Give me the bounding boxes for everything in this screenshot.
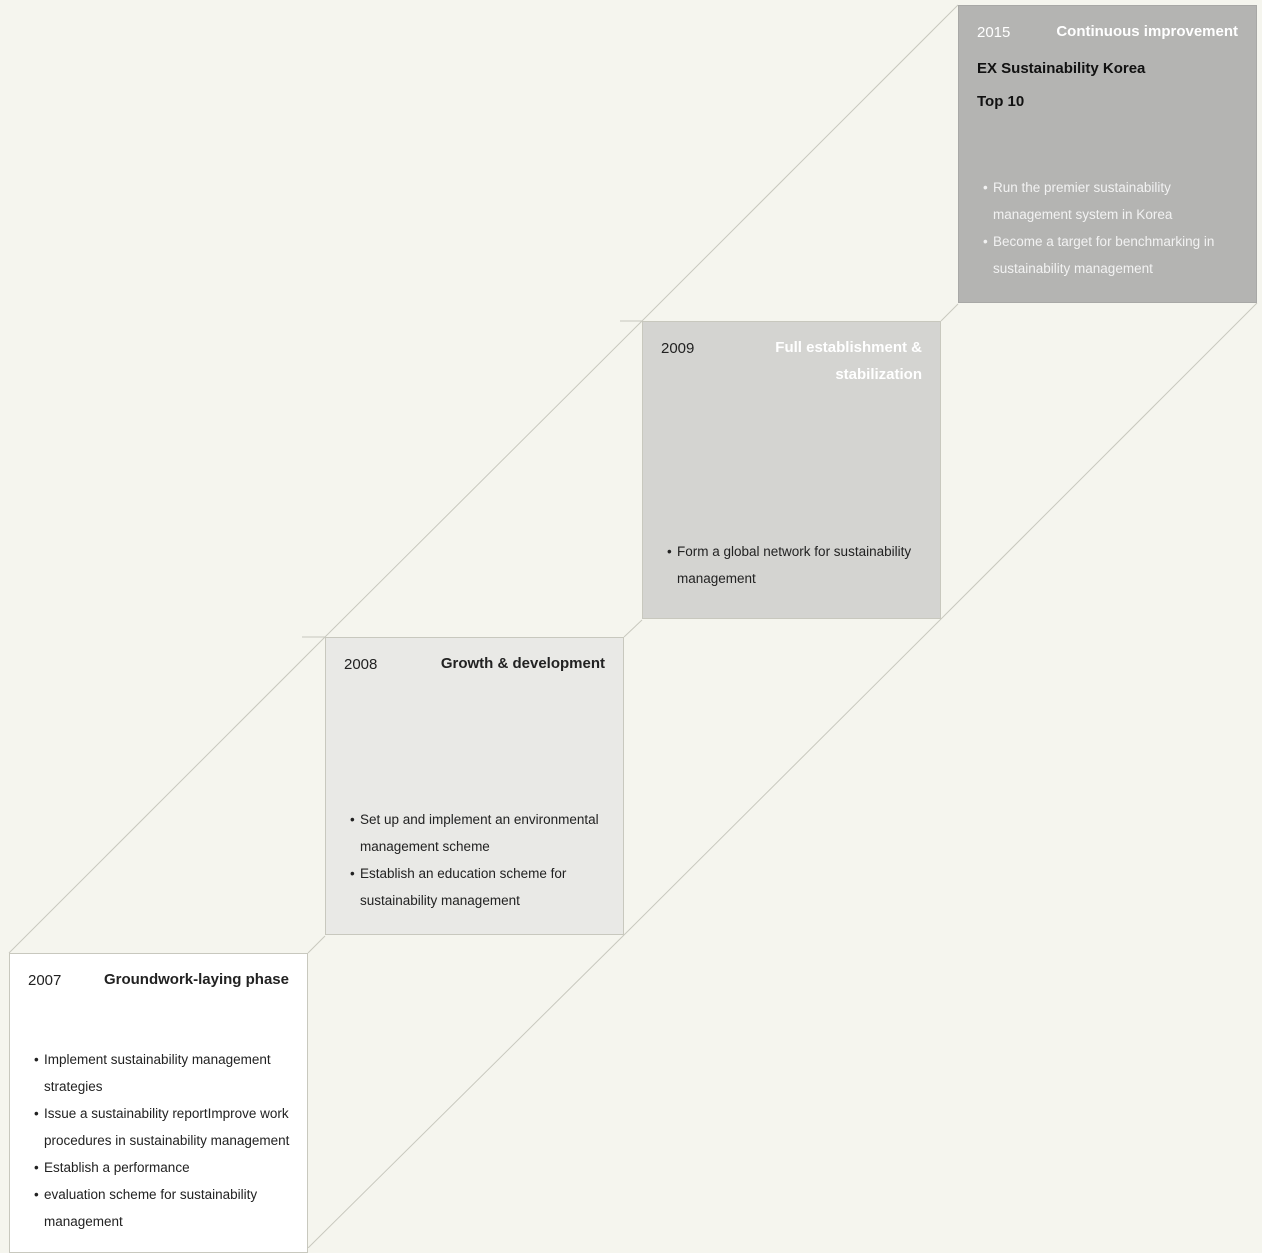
stage-bullet: Establish a performance (28, 1154, 290, 1181)
stage-bullet-list: Set up and implement an environmental ma… (344, 806, 606, 914)
connector-line (641, 4, 959, 322)
stage-bullet: Implement sustainability management stra… (28, 1046, 290, 1100)
connector-line (623, 618, 942, 936)
stage-card-2009: 2009 Full establishment & stabilization … (642, 321, 941, 619)
stage-bullet-list: Implement sustainability management stra… (28, 1046, 290, 1235)
stage-card-2015: 2015 Continuous improvement EX Sustainab… (958, 5, 1257, 303)
stage-bullet: Become a target for benchmarking in sust… (977, 228, 1239, 282)
connector-line (623, 619, 643, 638)
stage-bullet: Set up and implement an environmental ma… (344, 806, 606, 860)
stage-phase-title: Growth & development (440, 655, 605, 672)
stage-year: 2009 (661, 340, 695, 357)
stage-goal: EX Sustainability Korea Top 10 (977, 52, 1237, 118)
connector-line (940, 303, 959, 322)
stage-card-2008: 2008 Growth & development Set up and imp… (325, 637, 624, 935)
connector-line (940, 302, 1258, 620)
connector-line (307, 934, 625, 1248)
connector-line (8, 636, 326, 954)
stage-card-2007: 2007 Groundwork-laying phase Implement s… (9, 953, 308, 1253)
stage-bullet: Form a global network for sustainability… (661, 538, 923, 592)
stage-phase-title: Full establishment & stabilization (775, 339, 922, 383)
stage-bullet-list: Form a global network for sustainability… (661, 538, 923, 592)
connector-line (324, 320, 643, 638)
stage-bullet: Issue a sustainability reportImprove wor… (28, 1100, 290, 1154)
stage-goal-line: Top 10 (977, 93, 1025, 110)
stage-year: 2015 (977, 24, 1011, 41)
stage-goal-line: EX Sustainability Korea (977, 60, 1146, 77)
stage-phase-title: Groundwork-laying phase (103, 971, 289, 988)
stage-bullet: evaluation scheme for sustainability man… (28, 1181, 290, 1235)
stage-bullet-list: Run the premier sustainability managemen… (977, 174, 1239, 282)
stage-phase-title: Continuous improvement (1056, 23, 1238, 40)
stage-bullet: Establish an education scheme for sustai… (344, 860, 606, 914)
connector-line (307, 935, 326, 954)
stage-bullet: Run the premier sustainability managemen… (977, 174, 1239, 228)
